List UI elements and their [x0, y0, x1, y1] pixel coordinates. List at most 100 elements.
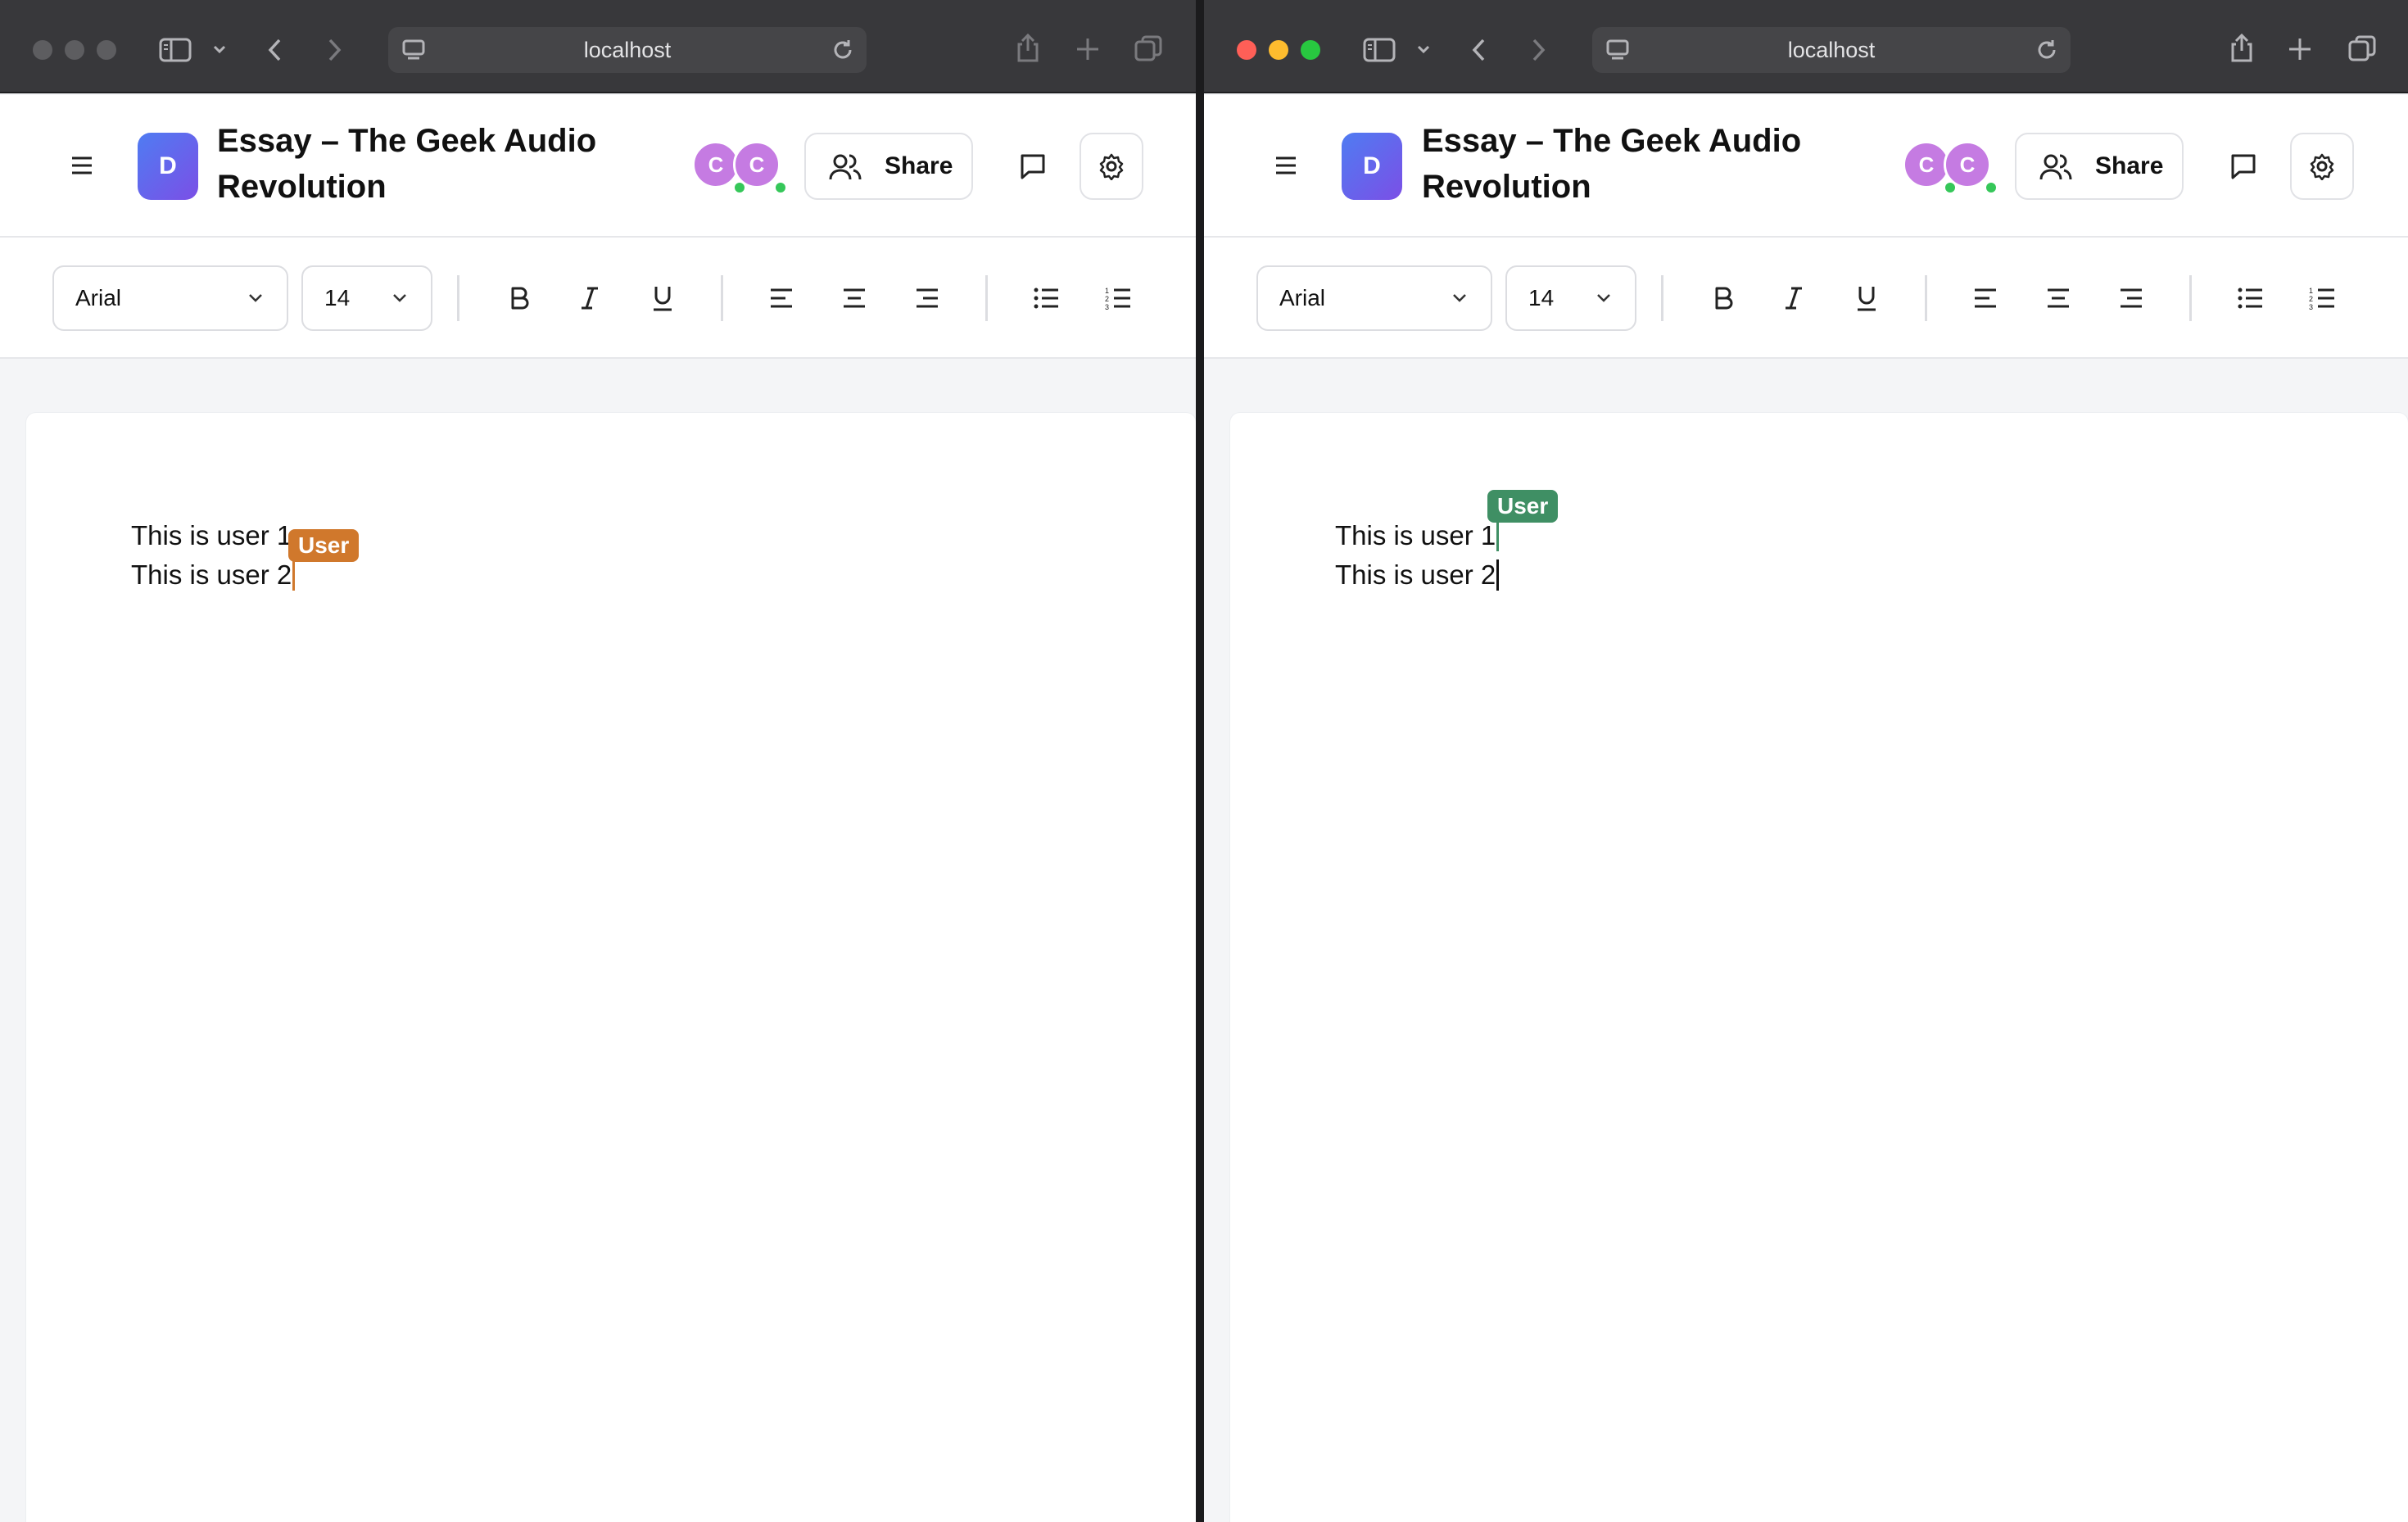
document-line[interactable]: This is user 1: [1335, 516, 1500, 555]
collaborator-avatar[interactable]: C: [733, 141, 781, 188]
align-center-button[interactable]: [825, 269, 884, 328]
menu-icon[interactable]: [1268, 152, 1304, 179]
italic-button[interactable]: [1764, 269, 1823, 328]
underline-button[interactable]: [633, 269, 692, 328]
settings-button[interactable]: [2290, 133, 2354, 200]
reload-icon[interactable]: [2035, 38, 2059, 66]
align-left-icon: [771, 288, 792, 308]
menu-icon[interactable]: [64, 152, 100, 179]
share-label: Share: [885, 152, 953, 179]
document-line[interactable]: This is user 2: [1335, 555, 1500, 595]
document-page[interactable]: This is user 1 User This is user 2: [26, 413, 1196, 1522]
svg-text:1: 1: [1105, 287, 1109, 295]
new-tab-icon[interactable]: [1075, 36, 1101, 66]
align-right-button[interactable]: [898, 269, 957, 328]
tab-overview-icon[interactable]: [2347, 34, 2377, 68]
line-text: This is user 1: [1335, 520, 1496, 550]
collaborator-avatar[interactable]: C: [1944, 141, 1991, 188]
document-line[interactable]: This is user 1: [131, 516, 292, 555]
chevron-down-icon: [249, 294, 262, 302]
zoom-traffic-light[interactable]: [1301, 40, 1320, 60]
browser-window-left: localhost D Essay – The Geek Audio Revol…: [0, 0, 1196, 1522]
numbered-list-icon: 123: [2309, 287, 2334, 310]
chevron-down-icon[interactable]: [212, 43, 227, 59]
bullet-list-button[interactable]: [1017, 269, 1076, 328]
toolbar-separator: [985, 275, 988, 321]
app-header: D Essay – The Geek Audio Revolution C C …: [0, 95, 1196, 238]
tab-overview-icon[interactable]: [1134, 34, 1163, 68]
settings-button[interactable]: [1080, 133, 1143, 200]
share-button[interactable]: Share: [804, 133, 973, 200]
document-line[interactable]: This is user 2: [131, 555, 296, 595]
align-right-button[interactable]: [2102, 269, 2161, 328]
svg-text:2: 2: [2309, 295, 2313, 303]
align-right-icon: [917, 288, 938, 308]
zoom-traffic-light[interactable]: [97, 40, 116, 60]
forward-arrow-icon[interactable]: [324, 37, 344, 67]
bold-button[interactable]: [490, 269, 549, 328]
online-indicator: [1984, 180, 1998, 195]
url-text: localhost: [1787, 38, 1876, 62]
underline-button[interactable]: [1837, 269, 1896, 328]
toolbar-separator: [2189, 275, 2192, 321]
sidebar-toggle-icon[interactable]: [1363, 38, 1396, 66]
app-logo: D: [138, 133, 198, 200]
close-traffic-light[interactable]: [1237, 40, 1256, 60]
remote-cursor: [1496, 520, 1500, 551]
comment-icon: [2231, 154, 2256, 179]
back-arrow-icon[interactable]: [265, 37, 285, 67]
close-traffic-light[interactable]: [33, 40, 52, 60]
new-tab-icon[interactable]: [2287, 36, 2313, 66]
minimize-traffic-light[interactable]: [1269, 40, 1288, 60]
url-text: localhost: [583, 38, 672, 62]
font-family-value: Arial: [75, 285, 122, 310]
numbered-list-button[interactable]: 123: [2293, 269, 2352, 328]
gear-icon: [2310, 153, 2334, 180]
share-browser-icon[interactable]: [1014, 33, 1042, 68]
share-label: Share: [2095, 152, 2164, 179]
document-title[interactable]: Essay – The Geek Audio Revolution: [217, 118, 643, 210]
document-page[interactable]: User This is user 1 This is user 2: [1230, 413, 2408, 1522]
share-browser-icon[interactable]: [2228, 33, 2256, 68]
italic-button[interactable]: [560, 269, 619, 328]
formatting-toolbar: Arial 14 123: [0, 238, 1196, 359]
align-left-button[interactable]: [1956, 269, 2015, 328]
forward-arrow-icon[interactable]: [1528, 37, 1548, 67]
share-button[interactable]: Share: [2015, 133, 2184, 200]
comments-button[interactable]: [2211, 133, 2275, 200]
align-center-button[interactable]: [2029, 269, 2088, 328]
users-icon: [829, 154, 862, 180]
sidebar-toggle-icon[interactable]: [159, 38, 192, 66]
bold-button[interactable]: [1694, 269, 1753, 328]
users-icon: [2039, 154, 2072, 180]
align-right-icon: [2121, 288, 2142, 308]
font-family-select[interactable]: Arial: [1256, 265, 1492, 331]
minimize-traffic-light[interactable]: [65, 40, 84, 60]
align-left-button[interactable]: [752, 269, 811, 328]
address-bar[interactable]: localhost: [388, 27, 867, 73]
font-size-select[interactable]: 14: [1505, 265, 1636, 331]
address-bar[interactable]: localhost: [1592, 27, 2071, 73]
app-logo: D: [1342, 133, 1402, 200]
bold-icon: [1715, 287, 1733, 310]
bold-icon: [511, 287, 529, 310]
comments-button[interactable]: [1001, 133, 1065, 200]
toolbar-separator: [1925, 275, 1927, 321]
back-arrow-icon[interactable]: [1469, 37, 1489, 67]
bullet-list-button[interactable]: [2221, 269, 2280, 328]
font-family-select[interactable]: Arial: [52, 265, 288, 331]
line-text: This is user 1: [131, 520, 292, 550]
bullet-list-icon: [1034, 288, 1058, 309]
chevron-down-icon[interactable]: [1416, 43, 1431, 59]
chevron-down-icon: [393, 294, 406, 302]
font-size-select[interactable]: 14: [301, 265, 432, 331]
numbered-list-button[interactable]: 123: [1089, 269, 1148, 328]
document-title[interactable]: Essay – The Geek Audio Revolution: [1422, 118, 1848, 210]
app-header: D Essay – The Geek Audio Revolution C C …: [1204, 95, 2408, 238]
underline-icon: [654, 287, 672, 311]
reload-icon[interactable]: [831, 38, 855, 66]
remote-cursor: [292, 559, 296, 591]
font-size-value: 14: [1528, 285, 1555, 310]
online-indicator: [773, 180, 788, 195]
svg-text:1: 1: [2309, 287, 2313, 295]
